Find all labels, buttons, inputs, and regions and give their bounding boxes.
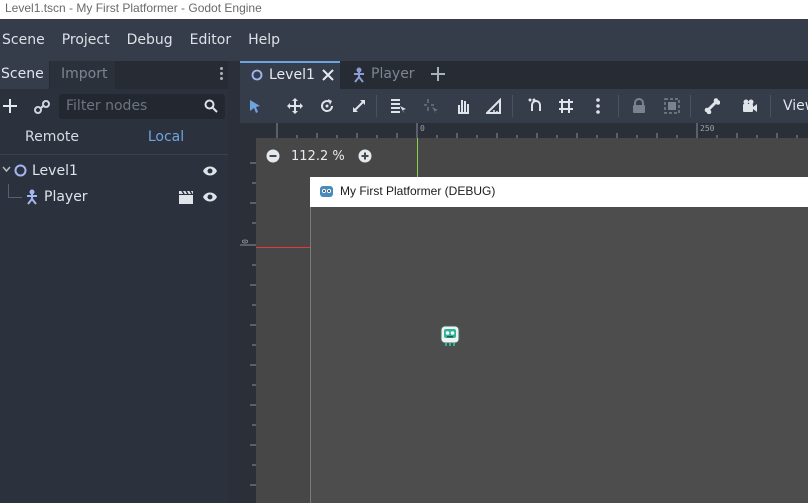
- search-icon: [204, 99, 218, 113]
- menu-project[interactable]: Project: [56, 32, 116, 48]
- zoom-out-icon[interactable]: [266, 149, 280, 163]
- toolbar-separator: [512, 95, 513, 117]
- ruler-horizontal: 0 250: [256, 123, 808, 138]
- toolbar-separator: [770, 95, 771, 117]
- list-select-icon[interactable]: [390, 98, 406, 114]
- window-title: Level1.tscn - My First Platformer - Godo…: [0, 0, 808, 19]
- game-window-title: My First Platformer (DEBUG): [340, 184, 496, 198]
- toolbar-separator: [690, 95, 691, 117]
- menu-debug[interactable]: Debug: [121, 32, 179, 48]
- toolbar-separator: [376, 95, 377, 117]
- add-node-icon[interactable]: [3, 99, 17, 113]
- close-icon[interactable]: [322, 69, 334, 81]
- ruler-vertical: 0: [240, 123, 256, 503]
- window-border: [310, 207, 311, 503]
- view-menu-button[interactable]: View: [783, 89, 808, 123]
- ruler-tool-icon[interactable]: [486, 98, 502, 114]
- pan-tool-icon[interactable]: [455, 98, 471, 114]
- add-tab-icon[interactable]: [430, 66, 446, 82]
- visibility-eye-icon[interactable]: [202, 191, 218, 203]
- dock-tab-bar: Scene Import: [0, 61, 228, 89]
- kinematic-body-icon: [352, 67, 366, 83]
- skeleton-bone-icon[interactable]: [704, 98, 720, 114]
- dock-menu-icon[interactable]: [218, 67, 226, 83]
- scale-tool-icon[interactable]: [351, 98, 367, 114]
- x-axis-guide: [256, 247, 310, 248]
- camera-override-icon[interactable]: [742, 99, 758, 113]
- tab-level1[interactable]: Level1: [240, 61, 340, 89]
- tab-label: Player: [371, 66, 415, 82]
- local-toggle[interactable]: Local: [104, 125, 228, 151]
- dock-splitter[interactable]: [228, 61, 240, 503]
- link-instance-icon[interactable]: [34, 99, 50, 115]
- tab-import[interactable]: Import: [50, 61, 115, 89]
- snap-options-icon[interactable]: [596, 98, 600, 114]
- scene-dock: Scene Import Filter nodes Remote Local L…: [0, 61, 228, 503]
- tab-player[interactable]: Player: [343, 61, 418, 89]
- zoom-widget: 112.2 %: [266, 147, 372, 165]
- visibility-eye-icon[interactable]: [202, 165, 218, 177]
- tree-item-label: Player: [44, 189, 88, 205]
- tree-guide-line: [8, 184, 9, 197]
- tab-scene[interactable]: Scene: [0, 61, 49, 89]
- open-scene-icon[interactable]: [179, 191, 193, 204]
- y-axis-guide: [417, 138, 418, 178]
- ruler-label-250: 250: [700, 124, 715, 133]
- ruler-label-left-zero: 0: [240, 239, 250, 244]
- tree-divider: [0, 154, 228, 155]
- grid-snap-icon[interactable]: [558, 98, 574, 114]
- pivot-tool-icon[interactable]: [423, 98, 439, 114]
- rotate-tool-icon[interactable]: [319, 98, 335, 114]
- node2d-icon: [14, 164, 27, 177]
- menu-bar: Scene Project Debug Editor Help: [0, 19, 808, 61]
- remote-toggle[interactable]: Remote: [0, 125, 104, 151]
- godot-logo-icon: [320, 185, 333, 198]
- toolbar-separator: [618, 95, 619, 117]
- group-icon[interactable]: [664, 98, 680, 114]
- player-sprite-icon: [440, 325, 460, 349]
- zoom-in-icon[interactable]: [358, 149, 372, 163]
- game-debug-window[interactable]: My First Platformer (DEBUG): [310, 177, 808, 503]
- collapse-arrow-icon[interactable]: [2, 165, 11, 174]
- tree-item-player[interactable]: Player: [0, 184, 228, 210]
- menu-help[interactable]: Help: [242, 32, 286, 48]
- game-window-titlebar[interactable]: My First Platformer (DEBUG): [310, 177, 808, 207]
- tree-item-level1[interactable]: Level1: [0, 158, 228, 184]
- scene-tab-bar: Level1 Player: [240, 61, 808, 89]
- tree-guide-line: [8, 197, 22, 198]
- filter-nodes-input[interactable]: Filter nodes: [59, 94, 225, 119]
- menu-scene[interactable]: Scene: [0, 32, 51, 48]
- kinematic-body-icon: [25, 189, 39, 205]
- canvas-toolbar: View: [240, 89, 808, 123]
- smart-snap-icon[interactable]: [528, 98, 544, 114]
- node2d-icon: [251, 69, 263, 81]
- tree-item-label: Level1: [32, 163, 78, 179]
- zoom-level[interactable]: 112.2 %: [291, 149, 345, 164]
- select-tool-icon[interactable]: [249, 99, 261, 113]
- menu-editor[interactable]: Editor: [184, 32, 237, 48]
- move-tool-icon[interactable]: [287, 98, 303, 114]
- tab-label: Level1: [269, 67, 315, 83]
- ruler-label-zero: 0: [420, 124, 425, 133]
- lock-icon[interactable]: [632, 98, 646, 114]
